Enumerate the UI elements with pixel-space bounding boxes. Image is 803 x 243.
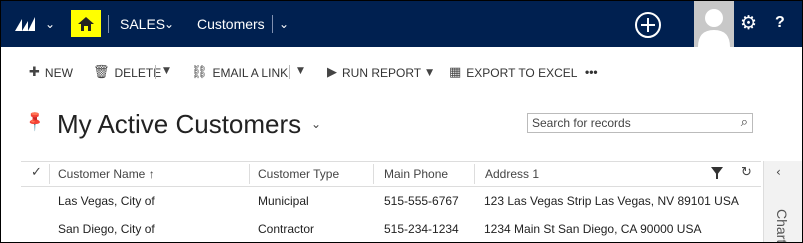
home-button[interactable] — [71, 10, 101, 37]
email-link-label: EMAIL A LINK — [212, 65, 289, 80]
cell-main-phone[interactable]: 515-555-6767 — [384, 194, 459, 208]
filter-icon[interactable] — [711, 167, 723, 179]
report-icon: ▶ — [327, 65, 337, 80]
more-label: ••• — [585, 65, 598, 79]
plus-circle-icon[interactable] — [635, 12, 661, 38]
column-header-main-phone[interactable]: Main Phone — [384, 167, 448, 181]
column-header-customer-name[interactable]: Customer Name ↑ — [58, 167, 155, 181]
view-selector-chevron-icon[interactable]: ⌄ — [311, 117, 321, 131]
nav-divider — [272, 15, 273, 33]
refresh-icon[interactable]: ↻ — [741, 165, 752, 180]
select-all-check-icon[interactable]: ✓ — [31, 165, 42, 180]
column-divider — [249, 164, 250, 184]
grid-header: ✓ Customer Name ↑ Customer Type Main Pho… — [21, 161, 761, 187]
dynamics-logo-icon[interactable] — [15, 15, 37, 31]
email-dropdown-caret-icon[interactable]: ▼ — [297, 66, 304, 76]
gear-icon[interactable]: ⚙ — [740, 12, 757, 34]
charts-pane-label[interactable]: Charts — [774, 209, 790, 242]
delete-dropdown-caret-icon[interactable]: ▼ — [163, 66, 170, 76]
link-icon: ⛓ — [191, 65, 208, 80]
delete-button[interactable]: 🗑 DELETE — [93, 65, 161, 80]
run-report-label: RUN REPORT — [342, 65, 422, 80]
cell-customer-name[interactable]: Las Vegas, City of — [58, 194, 155, 208]
column-divider — [474, 164, 475, 184]
nav-divider — [108, 15, 109, 33]
command-bar: ✚ NEW 🗑 DELETE ▼ ⛓ EMAIL A LINK ▼ ▶ RUN … — [1, 47, 802, 99]
table-row[interactable]: Las Vegas, City of Municipal 515-555-676… — [21, 186, 761, 214]
cell-address: 1234 Main St San Diego, CA 90000 USA — [484, 222, 702, 236]
cell-main-phone[interactable]: 515-234-1234 — [384, 222, 459, 236]
area-chevron-down-icon[interactable]: ⌄ — [164, 17, 174, 31]
cell-customer-type: Municipal — [258, 194, 309, 208]
new-label: NEW — [44, 65, 73, 80]
export-excel-label: EXPORT TO EXCEL — [466, 65, 578, 80]
view-title[interactable]: My Active Customers — [57, 109, 301, 140]
search-icon[interactable]: ⌕ — [741, 115, 748, 130]
more-commands-button[interactable]: ••• — [585, 65, 598, 79]
command-divider — [155, 65, 156, 79]
plus-icon: ✚ — [29, 65, 40, 80]
table-row[interactable]: San Diego, City of Contractor 515-234-12… — [21, 214, 761, 242]
column-divider — [373, 164, 374, 184]
cell-customer-name[interactable]: San Diego, City of — [58, 222, 155, 236]
excel-icon: ▦ — [449, 65, 462, 80]
column-divider — [49, 164, 50, 184]
export-excel-button[interactable]: ▦ EXPORT TO EXCEL — [449, 65, 577, 80]
help-icon[interactable]: ? — [775, 14, 785, 32]
run-report-button[interactable]: ▶ RUN REPORT ▼ — [327, 65, 433, 80]
search-box[interactable]: ⌕ — [527, 113, 753, 133]
nav-entity-customers[interactable]: Customers — [197, 16, 265, 32]
command-divider — [289, 65, 290, 79]
pin-icon[interactable]: 📌 — [24, 109, 48, 133]
chevron-left-icon[interactable]: ‹ — [776, 165, 781, 179]
avatar[interactable] — [694, 1, 734, 47]
cell-address: 123 Las Vegas Strip Las Vegas, NV 89101 … — [484, 194, 739, 208]
home-icon — [78, 16, 94, 31]
cell-customer-type: Contractor — [258, 222, 315, 236]
top-nav-bar: ⌄ SALES ⌄ Customers ⌄ ⚙ ? — [1, 1, 802, 47]
trash-icon: 🗑 — [93, 65, 110, 80]
crm-window: ⌄ SALES ⌄ Customers ⌄ ⚙ ? ✚ NEW 🗑 DELETE… — [0, 0, 803, 243]
entity-chevron-down-icon[interactable]: ⌄ — [279, 17, 289, 31]
search-input[interactable] — [532, 116, 728, 130]
user-silhouette-icon — [698, 9, 730, 47]
logo-chevron-down-icon[interactable]: ⌄ — [45, 17, 55, 31]
charts-pane[interactable]: ‹ Charts — [763, 161, 802, 242]
column-header-customer-type[interactable]: Customer Type — [258, 167, 339, 181]
nav-area-sales[interactable]: SALES — [120, 16, 165, 32]
new-button[interactable]: ✚ NEW — [29, 65, 73, 80]
column-header-address[interactable]: Address 1 — [485, 167, 539, 181]
run-report-caret-icon: ▼ — [426, 67, 434, 78]
email-link-button[interactable]: ⛓ EMAIL A LINK — [191, 65, 288, 80]
